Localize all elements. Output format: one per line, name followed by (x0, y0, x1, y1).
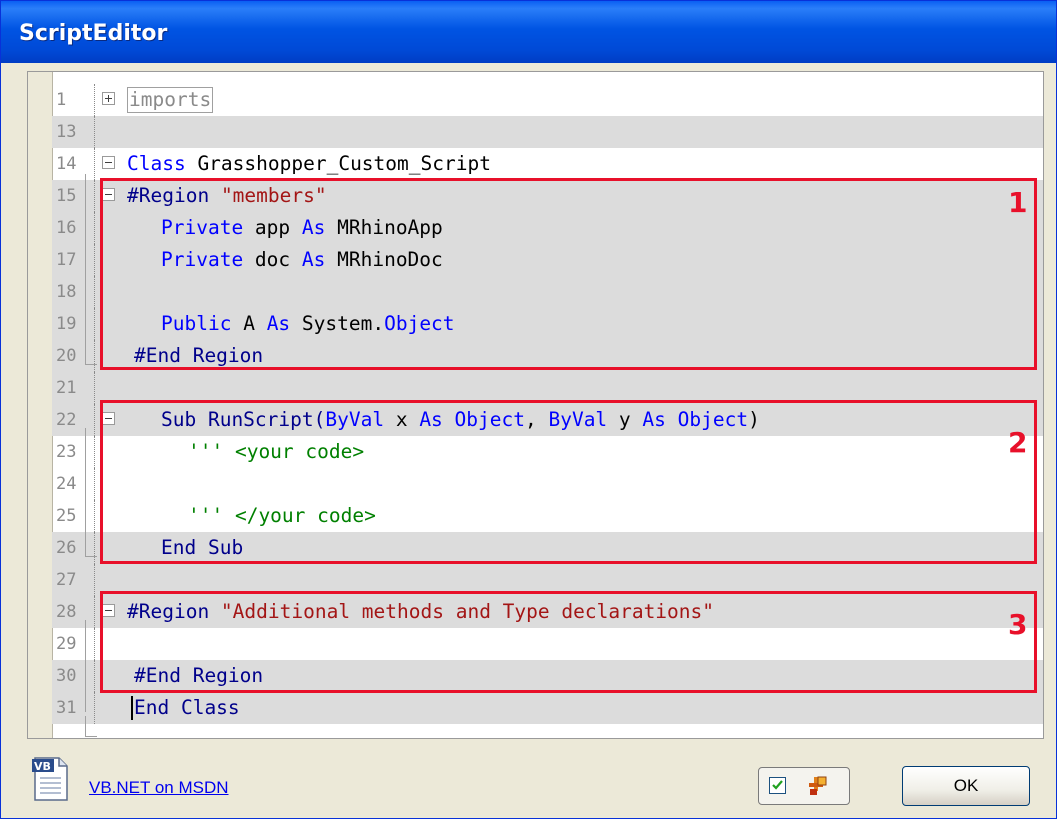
line-number: 24 (56, 474, 77, 494)
gutter-separator (94, 180, 95, 212)
ok-button[interactable]: OK (902, 766, 1030, 806)
line-number: 19 (56, 314, 77, 334)
line-number: 20 (56, 346, 77, 366)
expand-icon[interactable] (100, 84, 122, 116)
dialog-footer: VB VB.NET on MSDN OK (1, 741, 1056, 819)
code-token: End Class (134, 696, 240, 719)
fold-guide (85, 174, 86, 364)
gutter-separator (94, 500, 95, 532)
line-number: 27 (56, 570, 77, 590)
line-number: 14 (56, 154, 77, 174)
text-caret (131, 696, 133, 720)
editor-options-group (758, 767, 850, 805)
line-number: 16 (56, 218, 77, 238)
gutter-separator (94, 436, 95, 468)
gutter-separator (94, 340, 95, 372)
code-line[interactable]: 1 imports (52, 84, 1043, 116)
vb-icon-label: VB (34, 760, 51, 773)
gutter-separator (94, 84, 95, 116)
line-number: 31 (56, 698, 77, 718)
line-number: 28 (56, 602, 77, 622)
title-bar[interactable]: ScriptEditor (1, 1, 1056, 63)
line-number: 13 (56, 122, 77, 142)
code-token: Grasshopper_Custom_Script (185, 152, 491, 175)
gutter-separator (94, 372, 95, 404)
gutter-separator (94, 148, 95, 180)
collapsed-region[interactable]: imports (127, 87, 214, 113)
line-number: 30 (56, 666, 77, 686)
fold-guide (85, 556, 97, 557)
fold-guide (85, 716, 86, 736)
gutter-separator (94, 532, 95, 564)
gutter-separator (94, 628, 95, 660)
annotation-box-2 (100, 400, 1037, 564)
line-number: 17 (56, 250, 77, 270)
code-line[interactable]: 31 End Class (52, 692, 1043, 724)
code-line[interactable]: 13 (52, 116, 1043, 148)
line-number: 26 (56, 538, 77, 558)
editor-left-margin (28, 72, 53, 738)
fold-guide (85, 364, 97, 365)
script-editor-window: ScriptEditor 1 imports 13 14 Class Grass… (0, 0, 1057, 819)
code-line[interactable]: 14 Class Grasshopper_Custom_Script (52, 148, 1043, 180)
gutter-separator (94, 212, 95, 244)
annotation-label-1: 1 (1008, 186, 1028, 219)
gutter-separator (94, 404, 95, 436)
gutter-separator (94, 692, 95, 724)
line-number: 18 (56, 282, 77, 302)
gutter-separator (94, 660, 95, 692)
vbnet-msdn-link[interactable]: VB.NET on MSDN (89, 778, 229, 798)
gutter-separator (94, 276, 95, 308)
line-number: 22 (56, 410, 77, 430)
gutter-separator (94, 468, 95, 500)
collapse-icon[interactable] (100, 148, 122, 180)
fold-guide (85, 428, 86, 556)
gh-component-icon[interactable] (807, 775, 829, 801)
gutter-separator (94, 564, 95, 596)
line-number: 15 (56, 186, 77, 206)
annotation-box-1 (100, 178, 1037, 370)
code-token: Class (127, 152, 186, 175)
annotation-label-2: 2 (1008, 426, 1028, 459)
vb-document-icon: VB (31, 756, 71, 802)
fold-guide (85, 620, 86, 712)
fold-guide (85, 736, 97, 737)
gutter-separator (94, 244, 95, 276)
line-number: 23 (56, 442, 77, 462)
line-number: 1 (56, 90, 67, 110)
window-title: ScriptEditor (19, 21, 168, 46)
line-number: 25 (56, 506, 77, 526)
gutter-separator (94, 116, 95, 148)
annotation-label-3: 3 (1008, 608, 1028, 641)
code-editor[interactable]: 1 imports 13 14 Class Grasshopper_Custom… (27, 71, 1044, 739)
gutter-separator (94, 308, 95, 340)
annotation-box-3 (100, 591, 1037, 693)
checkbox-icon[interactable] (769, 777, 786, 794)
line-number: 29 (56, 634, 77, 654)
gutter-separator (94, 596, 95, 628)
line-number: 21 (56, 378, 77, 398)
